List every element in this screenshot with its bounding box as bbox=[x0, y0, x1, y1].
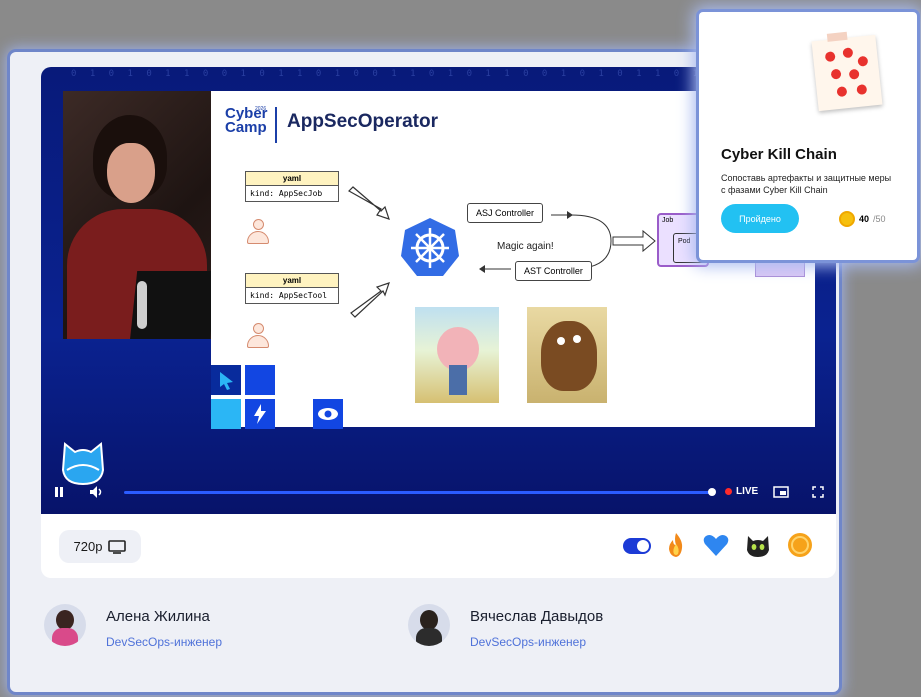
speaker-camera bbox=[63, 91, 213, 339]
live-indicator: LIVE bbox=[725, 486, 758, 497]
fullscreen-icon[interactable] bbox=[812, 486, 824, 498]
coin-icon bbox=[839, 211, 855, 227]
player-toolbar: 720p bbox=[41, 514, 836, 578]
progress-knob[interactable] bbox=[708, 488, 716, 496]
kubernetes-icon bbox=[401, 218, 459, 276]
sticky-note-icon bbox=[811, 31, 883, 112]
quest-title: Cyber Kill Chain bbox=[721, 146, 837, 163]
coin-reaction-icon[interactable] bbox=[785, 530, 815, 560]
monitor-icon bbox=[108, 539, 127, 554]
progress-bar[interactable] bbox=[124, 488, 716, 496]
completed-button[interactable]: Пройдено bbox=[721, 204, 799, 233]
blue-heart-reaction-icon[interactable] bbox=[701, 530, 731, 560]
quality-label: 720p bbox=[73, 539, 103, 554]
volume-icon[interactable] bbox=[89, 485, 105, 499]
speaker-name: Алена Жилина bbox=[106, 608, 210, 625]
ast-controller-box: AST Controller bbox=[515, 261, 592, 281]
pause-icon[interactable] bbox=[53, 486, 65, 498]
asj-controller-box: ASJ Controller bbox=[467, 203, 544, 223]
quality-selector[interactable]: 720p bbox=[59, 530, 141, 563]
speaker-card-2: Вячеслав Давыдов DevSecOps-инженер bbox=[408, 604, 603, 649]
eye-icon bbox=[318, 408, 338, 420]
speaker-role: DevSecOps-инженер bbox=[106, 635, 223, 649]
winnie-image bbox=[527, 307, 607, 403]
fire-reaction-icon[interactable] bbox=[661, 530, 691, 560]
black-cat-reaction-icon[interactable] bbox=[743, 530, 773, 560]
reactions-toggle[interactable] bbox=[623, 538, 651, 554]
piglet-image bbox=[415, 307, 499, 403]
picture-in-picture-icon[interactable] bbox=[773, 486, 789, 498]
cat-mascot-logo bbox=[61, 442, 105, 486]
cursor-icon bbox=[220, 372, 233, 390]
magic-text: Magic again! bbox=[497, 241, 554, 252]
score: 40/50 bbox=[839, 211, 886, 227]
speaker-role: DevSecOps-инженер bbox=[470, 635, 587, 649]
avatar bbox=[44, 604, 86, 646]
speaker-name: Вячеслав Давыдов bbox=[470, 608, 604, 625]
speaker-card-1: Алена Жилина DevSecOps-инженер bbox=[44, 604, 222, 649]
lightning-icon bbox=[254, 404, 266, 424]
quest-description: Сопоставь артефакты и защитные меры с фа… bbox=[721, 173, 892, 195]
quest-popup: Cyber Kill Chain Сопоставь артефакты и з… bbox=[699, 12, 917, 260]
avatar bbox=[408, 604, 450, 646]
